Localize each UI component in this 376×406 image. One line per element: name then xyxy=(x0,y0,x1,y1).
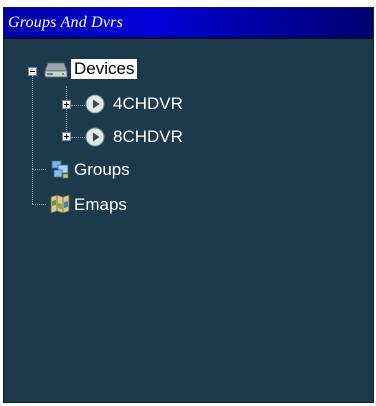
groups-dvrs-panel: Groups And Dvrs Devices 4CHDVR 8CHDVR Gr… xyxy=(3,7,374,403)
panel-title: Groups And Dvrs xyxy=(8,14,124,31)
device-tree: Devices 4CHDVR 8CHDVR Groups Emaps xyxy=(4,39,373,402)
tree-node-label-4chdvr[interactable]: 4CHDVR xyxy=(113,94,183,114)
dvr-play-icon xyxy=(85,94,105,114)
map-icon xyxy=(50,194,70,214)
tree-connector xyxy=(32,67,33,169)
device-drive-icon xyxy=(44,62,68,78)
groups-icon xyxy=(51,160,69,179)
tree-node-label-8chdvr[interactable]: 8CHDVR xyxy=(113,127,183,147)
tree-node-label-groups[interactable]: Groups xyxy=(74,160,130,180)
tree-node-label-devices[interactable]: Devices xyxy=(71,59,138,79)
expand-toggle-icon[interactable] xyxy=(62,100,71,109)
tree-connector xyxy=(32,169,33,204)
dvr-play-icon xyxy=(85,127,105,147)
tree-connector xyxy=(66,86,67,138)
tree-node-label-emaps[interactable]: Emaps xyxy=(74,195,127,215)
tree-connector xyxy=(71,137,85,138)
panel-title-bar: Groups And Dvrs xyxy=(4,8,373,39)
collapse-toggle-icon[interactable] xyxy=(28,67,37,76)
tree-connector xyxy=(32,169,46,170)
tree-connector xyxy=(32,204,46,205)
expand-toggle-icon[interactable] xyxy=(62,132,71,141)
tree-connector xyxy=(71,105,85,106)
